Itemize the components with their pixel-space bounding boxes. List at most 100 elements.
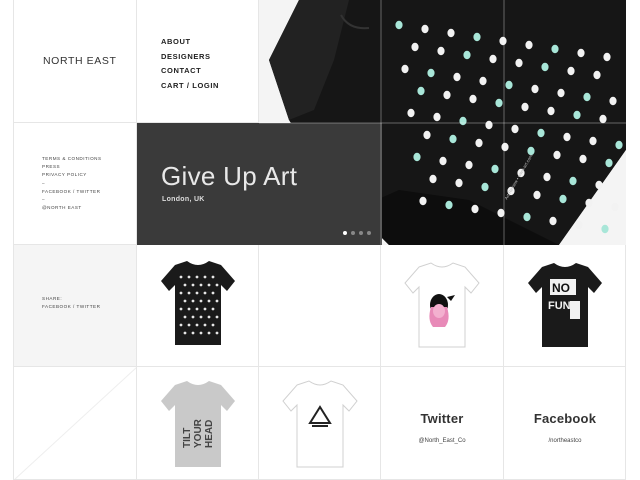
polka-dot — [481, 182, 489, 192]
left-margin — [0, 0, 14, 480]
banner-title: Give Up Art — [161, 161, 298, 191]
polka-dot — [211, 291, 215, 295]
link-handle[interactable]: @NORTH EAST — [42, 204, 102, 212]
separator: – — [42, 180, 46, 186]
diagonal-decoration — [14, 367, 136, 479]
polka-dot — [191, 283, 195, 287]
polka-dot — [585, 198, 593, 208]
separator: – — [42, 197, 46, 203]
polka-dot — [211, 275, 215, 279]
polka-dot — [199, 315, 203, 319]
product-no-fun-black-tee: NO FUN — [528, 263, 602, 347]
twitter-block: Twitter @North_East_Co — [381, 411, 503, 444]
slide-dot[interactable] — [351, 231, 355, 235]
polka-dot — [183, 315, 187, 319]
polka-dot — [187, 307, 191, 311]
polka-dot — [191, 331, 195, 335]
polka-dot — [567, 66, 575, 76]
nav-designers[interactable]: DESIGNERS — [161, 50, 219, 65]
polka-dot — [531, 84, 539, 94]
nav-contact[interactable]: CONTACT — [161, 64, 219, 79]
polka-dot — [485, 120, 493, 130]
polka-dot — [569, 176, 577, 186]
facebook-block: Facebook /northeastco — [504, 411, 625, 444]
nav-cart-login[interactable]: CART / LOGIN — [161, 79, 219, 94]
share-links[interactable]: FACEBOOK / TWITTER — [42, 303, 100, 311]
twitter-handle[interactable]: @North_East_Co — [381, 438, 503, 444]
product-tile[interactable]: NO FUN — [504, 245, 626, 367]
polka-dot — [499, 36, 507, 46]
polka-dot — [599, 114, 607, 124]
polka-dot — [525, 40, 533, 50]
footer-links: TERMS & CONDITIONS PRESS PRIVACY POLICY … — [42, 155, 102, 212]
polka-dot — [179, 275, 183, 279]
polka-dot — [463, 50, 471, 60]
share-block: SHARE: FACEBOOK / TWITTER — [42, 295, 100, 311]
polka-dot — [465, 160, 473, 170]
polka-dot — [475, 138, 483, 148]
polka-dot — [215, 315, 219, 319]
polka-dot — [575, 220, 583, 230]
facebook-title[interactable]: Facebook — [504, 411, 625, 426]
facebook-tile[interactable]: Facebook /northeastco — [504, 367, 626, 480]
polka-dot — [453, 72, 461, 82]
polka-dot — [459, 116, 467, 126]
nav-tile: ABOUT DESIGNERS CONTACT CART / LOGIN — [137, 0, 259, 123]
link-facebook-twitter[interactable]: FACEBOOK / TWITTER — [42, 188, 102, 196]
product-tilt-your-head-grey-tee: TILT YOUR HEAD — [161, 381, 235, 467]
banner-subtitle: London, UK — [162, 196, 205, 203]
product-tile[interactable] — [137, 245, 259, 367]
polka-dot — [473, 32, 481, 42]
polka-dot — [199, 331, 203, 335]
polka-dot — [501, 142, 509, 152]
polka-dot — [183, 299, 187, 303]
polka-dot — [183, 283, 187, 287]
link-terms[interactable]: TERMS & CONDITIONS — [42, 155, 102, 163]
polka-dot — [551, 44, 559, 54]
brand-tile[interactable]: NORTH EAST — [14, 0, 137, 123]
polka-dot — [421, 24, 429, 34]
polka-dot — [407, 108, 415, 118]
slide-dot[interactable] — [359, 231, 363, 235]
svg-text:YOUR: YOUR — [193, 418, 204, 448]
polka-dot — [207, 331, 211, 335]
polka-dot — [497, 208, 505, 218]
polka-dot — [423, 130, 431, 140]
nav-about[interactable]: ABOUT — [161, 35, 219, 50]
link-privacy[interactable]: PRIVACY POLICY — [42, 171, 102, 179]
slide-dot[interactable] — [343, 231, 347, 235]
polka-dot — [523, 212, 531, 222]
svg-text:FUN: FUN — [548, 300, 571, 312]
polka-dot — [207, 283, 211, 287]
polka-dot — [427, 68, 435, 78]
polka-dot — [549, 216, 557, 226]
polka-dot — [605, 158, 613, 168]
polka-dot — [203, 307, 207, 311]
polka-dot — [583, 92, 591, 102]
main-nav: ABOUT DESIGNERS CONTACT CART / LOGIN — [161, 35, 219, 93]
polka-dot — [579, 154, 587, 164]
polka-dot — [559, 194, 567, 204]
polka-dot — [489, 54, 497, 64]
polka-dot — [445, 200, 453, 210]
polka-dot — [199, 283, 203, 287]
brand-logo[interactable]: NORTH EAST — [43, 55, 116, 67]
product-face-illustration-white-tee — [404, 262, 480, 348]
facebook-handle[interactable]: /northeastco — [504, 438, 625, 444]
product-tile[interactable]: TILT YOUR HEAD — [137, 367, 259, 480]
polka-dot — [541, 62, 549, 72]
polka-dot — [491, 164, 499, 174]
slide-dot[interactable] — [367, 231, 371, 235]
polka-dot — [595, 180, 603, 190]
polka-dot — [203, 291, 207, 295]
product-tile[interactable] — [381, 245, 504, 367]
polka-dot — [191, 299, 195, 303]
link-press[interactable]: PRESS — [42, 163, 102, 171]
hero-banner[interactable]: Give Up Art London, UK — [137, 123, 382, 245]
twitter-title[interactable]: Twitter — [381, 411, 503, 426]
polka-dot — [515, 58, 523, 68]
polka-dot — [479, 76, 487, 86]
polka-dot — [207, 299, 211, 303]
product-tile[interactable] — [259, 367, 381, 480]
twitter-tile[interactable]: Twitter @North_East_Co — [381, 367, 504, 480]
